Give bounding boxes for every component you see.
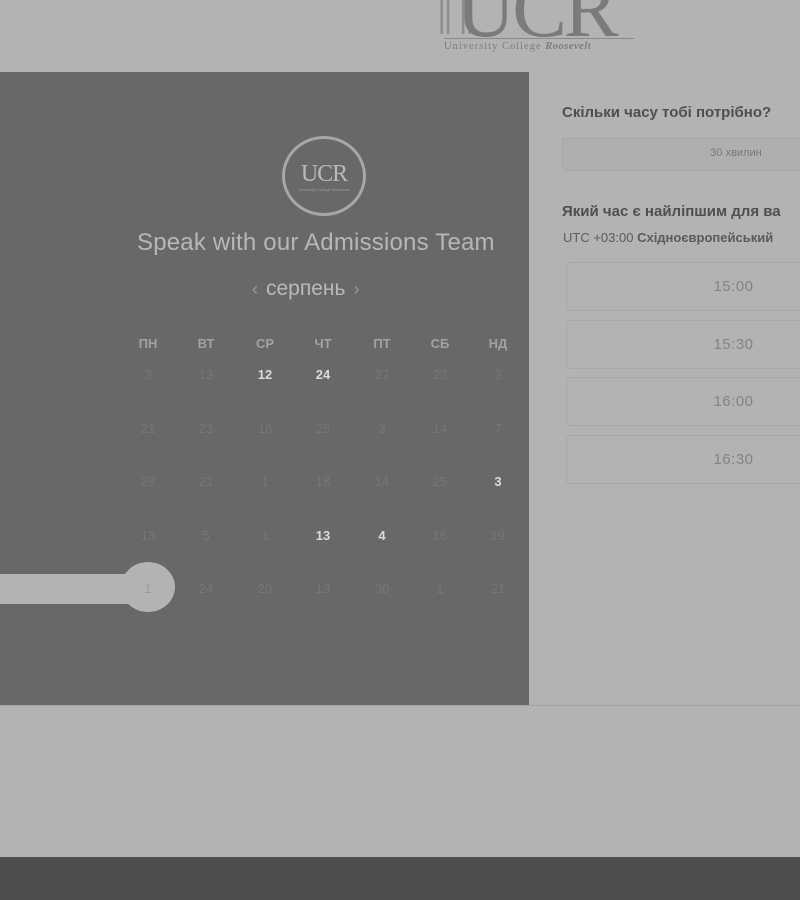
duration-question: Скільки часу тобі потрібно? <box>562 104 772 121</box>
calendar-day: 23 <box>198 421 214 436</box>
calendar-day: 13 <box>140 528 156 543</box>
chevron-right-icon[interactable]: › <box>353 280 359 298</box>
calendar-day: 23 <box>432 367 448 382</box>
calendar-day: 1 <box>436 581 444 596</box>
weekday-label: СБ <box>430 336 450 351</box>
calendar-day: 27 <box>374 367 390 382</box>
time-slot-label: 15:30 <box>713 336 754 353</box>
time-slot-button[interactable]: 15:00 <box>566 262 800 311</box>
calendar-day: 18 <box>315 474 331 489</box>
timezone-name: Східноєвропейський <box>637 230 774 245</box>
calendar-day: 30 <box>374 581 390 596</box>
time-slot-button[interactable]: 16:00 <box>566 377 800 426</box>
calendar-day: 21 <box>490 581 506 596</box>
calendar-day: 1 <box>261 474 269 489</box>
timezone-offset: UTC +03:00 <box>563 230 634 245</box>
weekday-label: ПН <box>138 336 158 351</box>
calendar-day: 20 <box>257 581 273 596</box>
calendar-day[interactable]: 13 <box>303 528 343 543</box>
logo-subtitle-accent: Roosevelt <box>545 41 592 52</box>
ucr-badge-logo: UCR University College Roosevelt <box>282 136 366 216</box>
calendar-day[interactable]: 24 <box>303 367 343 382</box>
calendar-day: 19 <box>490 528 506 543</box>
logo-subtitle: University College Roosevelt <box>444 38 634 52</box>
header-logo: ║║ UCR University College Roosevelt <box>432 0 634 60</box>
time-slot-label: 16:30 <box>713 451 754 468</box>
time-slot-label: 15:00 <box>713 278 754 295</box>
panel-title: Speak with our Admissions Team <box>137 229 495 256</box>
calendar-day: 25 <box>315 421 331 436</box>
weekday-label: ЧТ <box>314 336 332 351</box>
time-slot-button[interactable]: 15:30 <box>566 320 800 369</box>
chevron-left-icon[interactable]: ‹ <box>252 280 258 298</box>
calendar-day: 24 <box>198 581 214 596</box>
calendar-day: 7 <box>494 421 502 436</box>
content-divider <box>0 705 800 706</box>
calendar-day: 25 <box>432 474 448 489</box>
timezone-selector[interactable]: UTC +03:00 Східноєвропейський <box>563 230 773 245</box>
badge-mark: UCR <box>300 161 348 187</box>
badge-subtitle: University College Roosevelt <box>298 187 350 192</box>
calendar-day[interactable]: 12 <box>245 367 285 382</box>
calendar-day: 28 <box>140 474 156 489</box>
logo-subtitle-main: University College <box>444 41 542 52</box>
weekday-label: СР <box>255 336 275 351</box>
calendar-day: 14 <box>374 474 390 489</box>
calendar-day: 5 <box>202 528 210 543</box>
time-question: Який час є найліпшим для ва <box>562 203 781 220</box>
month-navigation: ‹ серпень › <box>252 277 359 301</box>
calendar-day[interactable]: 3 <box>478 474 518 489</box>
weekday-label: НД <box>488 336 508 351</box>
calendar-day: 21 <box>198 474 214 489</box>
page-footer <box>0 857 800 900</box>
calendar-day: 3 <box>378 421 386 436</box>
calendar-day: 13 <box>198 367 214 382</box>
calendar-day: 3 <box>144 367 152 382</box>
calendar-day[interactable]: 4 <box>362 528 402 543</box>
calendar-day: 3 <box>494 367 502 382</box>
duration-option-label: 30 хвилин <box>710 147 762 159</box>
time-slot-label: 16:00 <box>713 393 754 410</box>
calendar-day: 14 <box>432 421 448 436</box>
duration-option-button[interactable]: 30 хвилин <box>562 138 800 171</box>
calendar-panel <box>0 72 529 705</box>
calendar-day: 13 <box>315 581 331 596</box>
calendar-day: 16 <box>432 528 448 543</box>
calendar-day-selected[interactable]: 1 <box>128 581 168 596</box>
time-slot-button[interactable]: 16:30 <box>566 435 800 484</box>
weekday-label: ВТ <box>197 336 215 351</box>
weekday-label: ПТ <box>373 336 391 351</box>
month-label: серпень <box>266 277 346 300</box>
calendar-day: 21 <box>140 421 156 436</box>
calendar-day: 1 <box>261 528 269 543</box>
calendar-day: 16 <box>257 421 273 436</box>
